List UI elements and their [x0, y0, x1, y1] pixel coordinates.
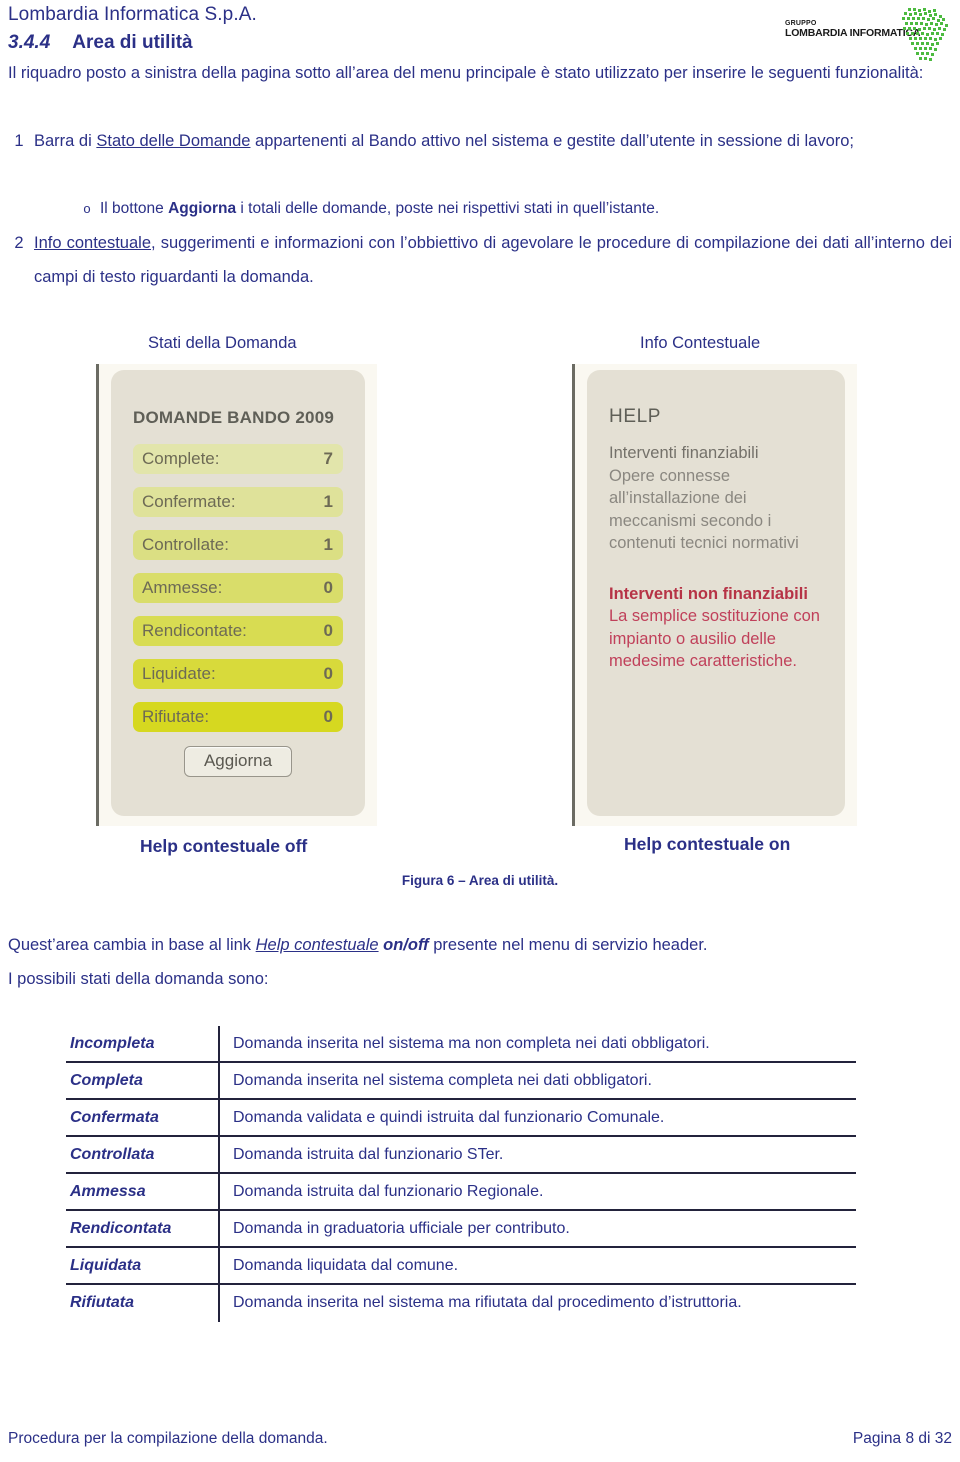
after-figure-line1: Quest’area cambia in base al link Help c…	[8, 928, 952, 962]
status-bar-label: Liquidate:	[142, 664, 216, 683]
table-row: Rendicontata Domanda in graduatoria uffic…	[66, 1209, 856, 1247]
help-heading-non-finanziabili: Interventi non finanziabili	[609, 584, 808, 603]
intro-paragraph: Il riquadro posto a sinistra della pagin…	[8, 64, 924, 82]
table-row: Incompleta Domanda inserita nel sistema m…	[66, 1026, 856, 1062]
status-bar-confermate: Confermate: 1	[133, 487, 343, 517]
aggiorna-mention: Aggiorna	[168, 200, 237, 217]
status-bar-rifiutate: Rifiutate: 0	[133, 702, 343, 732]
state-description: Domanda liquidata dal comune.	[219, 1246, 856, 1284]
state-description: Domanda inserita nel sistema ma non comp…	[233, 1034, 710, 1052]
list-item-1-text: Barra di Stato delle Domande appartenent…	[34, 124, 952, 158]
list-item-1-post: appartenenti al Bando attivo nel sistema…	[250, 132, 855, 150]
state-name: Completa	[66, 1061, 220, 1099]
state-description: Domanda istruita dal funzionario STer.	[219, 1135, 856, 1173]
company-name: Lombardia Informatica S.p.A.	[8, 4, 257, 25]
status-bar-label: Ammesse:	[142, 578, 223, 597]
status-bar-label: Rifiutate:	[142, 707, 210, 726]
state-description: Domanda inserita nel sistema ma rifiutat…	[219, 1283, 856, 1322]
list-item-2-post: , suggerimenti e informazioni con l’obbi…	[34, 234, 953, 286]
status-bar-label: Confermate:	[142, 492, 236, 511]
sub-item-post: i totali delle domande, poste nei rispet…	[236, 200, 660, 217]
figure-caption: Figura 6 – Area di utilità.	[401, 873, 559, 888]
status-bar-label: Complete:	[142, 449, 220, 468]
caption-help-off: Help contestuale off	[140, 836, 308, 856]
status-bar-label: Rendicontate:	[142, 621, 247, 640]
section-number: 3.4.4	[8, 32, 51, 53]
status-bar-value: 7	[323, 449, 333, 468]
aggiorna-button-wrap: Aggiorna	[111, 746, 365, 777]
state-name: Ammessa	[66, 1172, 220, 1210]
state-description: Domanda istruita dal funzionario Regiona…	[219, 1172, 856, 1210]
after-line1-pre: Quest’area cambia in base al link	[8, 936, 256, 954]
footer-left-text: Procedura per la compilazione della doma…	[8, 1430, 328, 1447]
status-panel: DOMANDE BANDO 2009 Complete: 7 Confermate:…	[111, 370, 365, 816]
help-text-finanziabili: Opere connesse all’installazione dei mec…	[609, 466, 799, 553]
after-figure-line2: I possibili stati della domanda sono:	[8, 970, 269, 988]
state-name: Liquidata	[66, 1246, 220, 1284]
state-name: Rendicontata	[66, 1209, 220, 1247]
table-row: Completa Domanda inserita nel sistema com…	[66, 1061, 856, 1099]
status-panel-title: DOMANDE BANDO 2009	[133, 408, 335, 427]
list-item-2-text: Info contestuale, suggerimenti e informa…	[34, 226, 952, 294]
status-bar-ammesse: Ammesse: 0	[133, 573, 343, 603]
list-item-2: 2 Info contestuale, suggerimenti e infor…	[14, 226, 952, 294]
help-text-non-finanziabili: La semplice sostituzione con impianto o …	[609, 607, 820, 670]
list-sub-item-1: o Il bottone Aggiorna i totali delle dom…	[83, 192, 860, 226]
help-contestuale-link[interactable]: Help contestuale	[256, 936, 379, 954]
status-bar-complete: Complete: 7	[133, 444, 343, 474]
table-row: Controllata Domanda istruita dal funziona…	[66, 1135, 856, 1173]
stato-delle-domande-link[interactable]: Stato delle Domande	[96, 132, 250, 150]
table-row: Rifiutata Domanda inserita nel sistema ma…	[66, 1283, 856, 1322]
help-heading-finanziabili: Interventi finanziabili	[609, 444, 759, 462]
after-line1-post: presente nel menu di servizio header.	[428, 936, 708, 954]
sub-item-pre: Il bottone	[100, 200, 169, 217]
section-heading: 3.4.4 Area di utilità	[8, 32, 193, 54]
aggiorna-button[interactable]: Aggiorna	[183, 746, 293, 777]
status-bars-list: Complete: 7 Confermate: 1 Controllate: 1 Ammes…	[133, 444, 343, 745]
state-description: Domanda validata e quindi istruita dal f…	[219, 1098, 856, 1136]
status-bar-value: 0	[323, 664, 333, 683]
status-bar-value: 1	[323, 492, 333, 511]
figure-label-info-contestuale: Info Contestuale	[640, 334, 761, 352]
state-name: Confermata	[66, 1098, 220, 1136]
states-table: Incompleta Domanda inserita nel sistema m…	[66, 1026, 856, 1322]
info-contestuale-link[interactable]: Info contestuale	[34, 234, 151, 252]
table-row: Confermata Domanda validata e quindi istr…	[66, 1098, 856, 1136]
state-name: Rifiutata	[66, 1283, 220, 1322]
logo-wordmark: GRUPPO LOMBARDIA INFORMATICA	[785, 20, 921, 39]
screenshot-status-panel: DOMANDE BANDO 2009 Complete: 7 Confermate:…	[96, 364, 377, 826]
list-item-1-number: 1	[14, 132, 24, 150]
figure-label-stati-domanda: Stati della Domanda	[148, 334, 297, 352]
state-name: Controllata	[66, 1135, 220, 1173]
table-row: Liquidata Domanda liquidata dal comune.	[66, 1246, 856, 1284]
screenshot-help-panel: HELP Interventi finanziabili Opere conne…	[572, 364, 857, 826]
list-item-1: 1 Barra di Stato delle Domande appartene…	[14, 124, 952, 158]
list-sub-item-1-text: Il bottone Aggiorna i totali delle doman…	[100, 192, 860, 226]
state-description: Domanda inserita nel sistema completa ne…	[219, 1061, 856, 1099]
sub-bullet-icon: o	[83, 201, 91, 216]
state-description: Domanda in graduatoria ufficiale per con…	[219, 1209, 856, 1247]
state-name: Incompleta	[66, 1026, 220, 1062]
footer-page-number: Pagina 8 di 32	[852, 1430, 952, 1447]
list-item-2-number: 2	[14, 234, 24, 252]
status-bar-value: 0	[323, 621, 333, 640]
table-row: Ammessa Domanda istruita dal funzionario …	[66, 1172, 856, 1210]
logo-name-label: LOMBARDIA INFORMATICA	[785, 27, 921, 39]
status-bar-label: Controllate:	[142, 535, 229, 554]
status-bar-value: 0	[323, 707, 333, 726]
status-bar-value: 1	[323, 535, 333, 554]
status-bar-value: 0	[323, 578, 333, 597]
help-onoff-label: on/off	[378, 936, 429, 954]
status-bar-controllate: Controllate: 1	[133, 530, 343, 560]
status-bar-liquidate: Liquidate: 0	[133, 659, 343, 689]
help-panel-title: HELP	[609, 406, 662, 427]
section-title: Area di utilità	[72, 32, 193, 53]
status-bar-rendicontate: Rendicontate: 0	[133, 616, 343, 646]
caption-help-on: Help contestuale on	[624, 834, 791, 854]
help-panel-body: Interventi finanziabili Opere connesse a…	[609, 442, 827, 673]
help-section-gap	[609, 555, 827, 583]
help-panel: HELP Interventi finanziabili Opere conne…	[587, 370, 845, 816]
list-item-1-pre: Barra di	[34, 132, 97, 150]
